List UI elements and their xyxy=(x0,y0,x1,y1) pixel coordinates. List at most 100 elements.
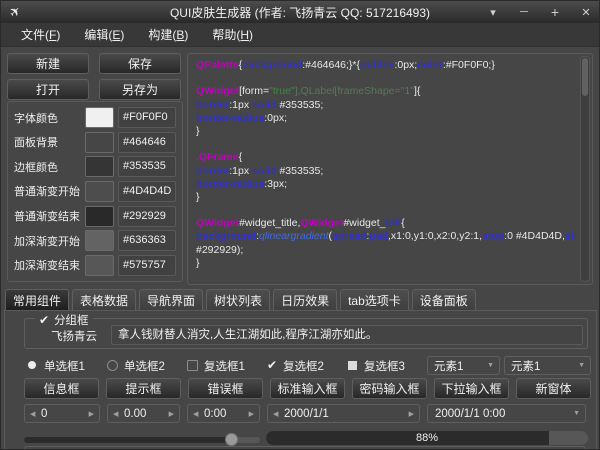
date-edit[interactable]: ◀ 2000/1/1 ▶ xyxy=(267,404,420,423)
groupbox-legend[interactable]: ✔ 分组框 xyxy=(35,312,93,328)
color-hex-input[interactable]: #F0F0F0 xyxy=(118,107,176,128)
spin-right-icon[interactable]: ▶ xyxy=(89,410,94,418)
new-window-button[interactable]: 新窗体 xyxy=(516,378,591,399)
time-edit[interactable]: ◀ 0:00 ▶ xyxy=(187,404,260,423)
bottom-text-area[interactable]: 拿人钱财替人消灾,人生江湖如此,程序江湖亦如此。 xyxy=(24,446,586,450)
tab-table-data[interactable]: 表格数据 xyxy=(72,289,136,310)
tip-box-button[interactable]: 提示框 xyxy=(106,378,181,399)
color-label: 普通渐变开始 xyxy=(14,183,81,199)
save-button[interactable]: 保存 xyxy=(99,53,181,74)
radio-checked-icon xyxy=(27,360,38,371)
app-window: ✈ QUI皮肤生成器 (作者: 飞扬青云 QQ: 517216493) ▾ ─ … xyxy=(0,0,600,450)
horizontal-slider[interactable] xyxy=(24,433,260,446)
color-row-panel: 面板背景 #464646 xyxy=(14,132,176,153)
menu-bar: 文件(F) 编辑(E) 构建(B) 帮助(H) xyxy=(1,23,599,47)
editor-content: QPalette{background:#464646;}*{outline:0… xyxy=(196,59,576,284)
radio-2[interactable]: 单选框2 xyxy=(107,356,165,375)
color-row-normal-end: 普通渐变结束 #292929 xyxy=(14,206,176,227)
radio-unchecked-icon xyxy=(107,360,118,371)
color-hex-input[interactable]: #464646 xyxy=(118,132,176,153)
color-hex-input[interactable]: #636363 xyxy=(118,230,176,251)
spin-right-icon[interactable]: ▶ xyxy=(249,410,254,418)
error-box-button[interactable]: 错误框 xyxy=(188,378,263,399)
color-hex-input[interactable]: #292929 xyxy=(118,206,176,227)
spin-right-icon[interactable]: ▶ xyxy=(169,410,174,418)
checkbox-2[interactable]: ✔ 复选框2 xyxy=(267,356,324,375)
combobox-2[interactable]: 元素1 ▼ xyxy=(504,356,591,375)
radio-1[interactable]: 单选框1 xyxy=(27,356,85,375)
color-swatch[interactable] xyxy=(85,230,114,251)
tab-bar: 常用组件 表格数据 导航界面 树状列表 日历效果 tab选项卡 设备面板 xyxy=(5,289,476,310)
saveas-button[interactable]: 另存为 xyxy=(99,79,181,100)
window-menu-icon[interactable]: ▾ xyxy=(486,6,500,19)
author-label: 飞扬青云 xyxy=(51,328,97,344)
color-row-font: 字体颜色 #F0F0F0 xyxy=(14,107,176,128)
double-spinbox[interactable]: ◀ 0.00 ▶ xyxy=(107,404,180,423)
int-spinbox[interactable]: ◀ 0 ▶ xyxy=(24,404,100,423)
color-label: 字体颜色 xyxy=(14,110,81,126)
spin-left-icon[interactable]: ◀ xyxy=(30,410,35,418)
maximize-icon[interactable]: + xyxy=(548,4,562,20)
menu-edit[interactable]: 编辑(E) xyxy=(72,23,136,46)
tab-calendar[interactable]: 日历效果 xyxy=(273,289,337,310)
menu-help[interactable]: 帮助(H) xyxy=(200,23,265,46)
color-hex-input[interactable]: #4D4D4D xyxy=(118,181,176,202)
tab-device-panel[interactable]: 设备面板 xyxy=(412,289,476,310)
motto-input[interactable]: 拿人钱财替人消灾,人生江湖如此,程序江湖亦如此。 xyxy=(111,325,583,345)
spinbox-row: ◀ 0 ▶ ◀ 0.00 ▶ ◀ 0:00 ▶ ◀ 2000/1/1 ▶ 200… xyxy=(24,404,586,423)
menu-file[interactable]: 文件(F) xyxy=(9,23,72,46)
color-swatch[interactable] xyxy=(85,156,114,177)
slider-fill xyxy=(24,437,232,443)
tab-tabwidget[interactable]: tab选项卡 xyxy=(340,289,409,310)
new-button[interactable]: 新建 xyxy=(7,53,89,74)
color-label: 面板背景 xyxy=(14,134,81,150)
color-swatch[interactable] xyxy=(85,206,114,227)
checkbox-1[interactable]: 复选框1 xyxy=(187,356,245,375)
minimize-icon[interactable]: ─ xyxy=(517,6,531,18)
tab-nav-ui[interactable]: 导航界面 xyxy=(139,289,203,310)
color-row-deep-end: 加深渐变结束 #575757 xyxy=(14,255,176,276)
color-row-deep-start: 加深渐变开始 #636363 xyxy=(14,230,176,251)
spin-left-icon[interactable]: ◀ xyxy=(193,410,198,418)
info-box-button[interactable]: 信息框 xyxy=(24,378,99,399)
color-swatch[interactable] xyxy=(85,181,114,202)
title-bar[interactable]: ✈ QUI皮肤生成器 (作者: 飞扬青云 QQ: 517216493) ▾ ─ … xyxy=(1,1,599,23)
checkbox-unchecked-icon xyxy=(187,360,198,371)
scrollbar-thumb[interactable] xyxy=(582,58,588,96)
qss-code-editor[interactable]: QPalette{background:#464646;}*{outline:0… xyxy=(187,53,593,285)
checkmark-icon: ✔ xyxy=(39,315,49,326)
color-hex-input[interactable]: #353535 xyxy=(118,156,176,177)
standard-input-button[interactable]: 标准输入框 xyxy=(270,378,345,399)
tab-tree-list[interactable]: 树状列表 xyxy=(206,289,270,310)
color-label: 加深渐变结束 xyxy=(14,257,81,273)
slider-handle[interactable] xyxy=(225,433,238,446)
color-label: 加深渐变开始 xyxy=(14,233,81,249)
tab-page-common-widgets: ✔ 分组框 飞扬青云 拿人钱财替人消灾,人生江湖如此,程序江湖亦如此。 单选框1… xyxy=(4,310,597,450)
spin-left-icon[interactable]: ◀ xyxy=(273,410,278,418)
close-icon[interactable]: ✕ xyxy=(579,6,593,19)
tab-common-widgets[interactable]: 常用组件 xyxy=(5,289,69,310)
groupbox: ✔ 分组框 飞扬青云 拿人钱财替人消灾,人生江湖如此,程序江湖亦如此。 xyxy=(24,318,588,349)
combobox-1[interactable]: 元素1 ▼ xyxy=(427,356,500,375)
color-swatch[interactable] xyxy=(85,107,114,128)
editor-vertical-scrollbar[interactable] xyxy=(580,56,590,282)
color-row-normal-start: 普通渐变开始 #4D4D4D xyxy=(14,181,176,202)
datetime-edit[interactable]: 2000/1/1 0:00 ▼ xyxy=(427,404,586,423)
color-swatch[interactable] xyxy=(85,132,114,153)
spin-left-icon[interactable]: ◀ xyxy=(113,410,118,418)
selection-controls-row: 单选框1 单选框2 复选框1 ✔ 复选框2 复选框3 元素1 ▼ xyxy=(5,356,596,375)
open-button[interactable]: 打开 xyxy=(7,79,89,100)
color-hex-input[interactable]: #575757 xyxy=(118,255,176,276)
color-label: 普通渐变结束 xyxy=(14,208,81,224)
menu-build[interactable]: 构建(B) xyxy=(136,23,200,46)
color-label: 边框颜色 xyxy=(14,159,81,175)
spin-right-icon[interactable]: ▶ xyxy=(409,410,414,418)
window-controls: ▾ ─ + ✕ xyxy=(486,1,593,23)
checkbox-3[interactable]: 复选框3 xyxy=(347,356,405,375)
dropdown-input-button[interactable]: 下拉输入框 xyxy=(434,378,509,399)
color-swatch[interactable] xyxy=(85,255,114,276)
progress-label: 88% xyxy=(266,431,588,445)
chevron-down-icon: ▼ xyxy=(578,362,585,369)
file-toolbar: 新建 保存 打开 另存为 xyxy=(7,53,183,100)
password-input-button[interactable]: 密码输入框 xyxy=(352,378,427,399)
